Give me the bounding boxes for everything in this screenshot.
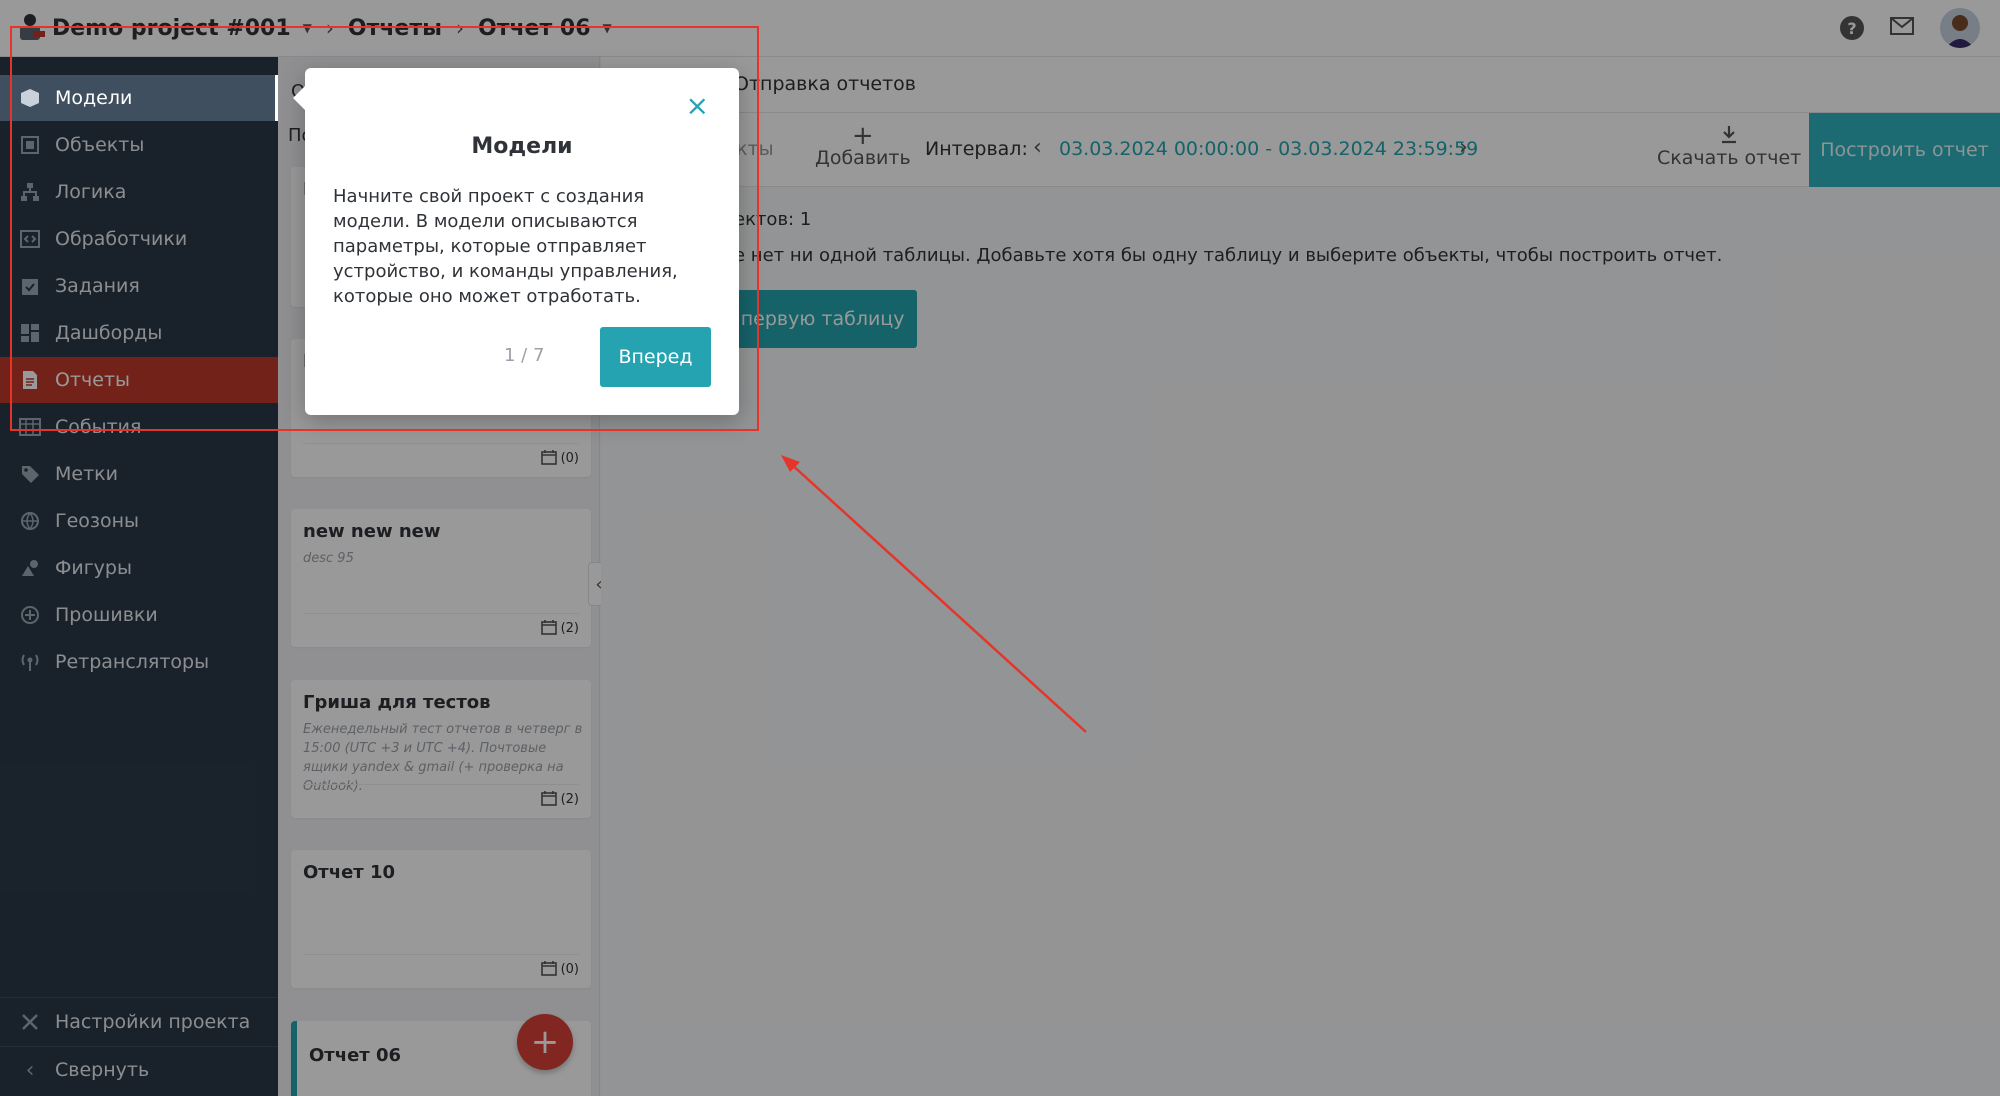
annotation-highlight-box (10, 26, 759, 431)
